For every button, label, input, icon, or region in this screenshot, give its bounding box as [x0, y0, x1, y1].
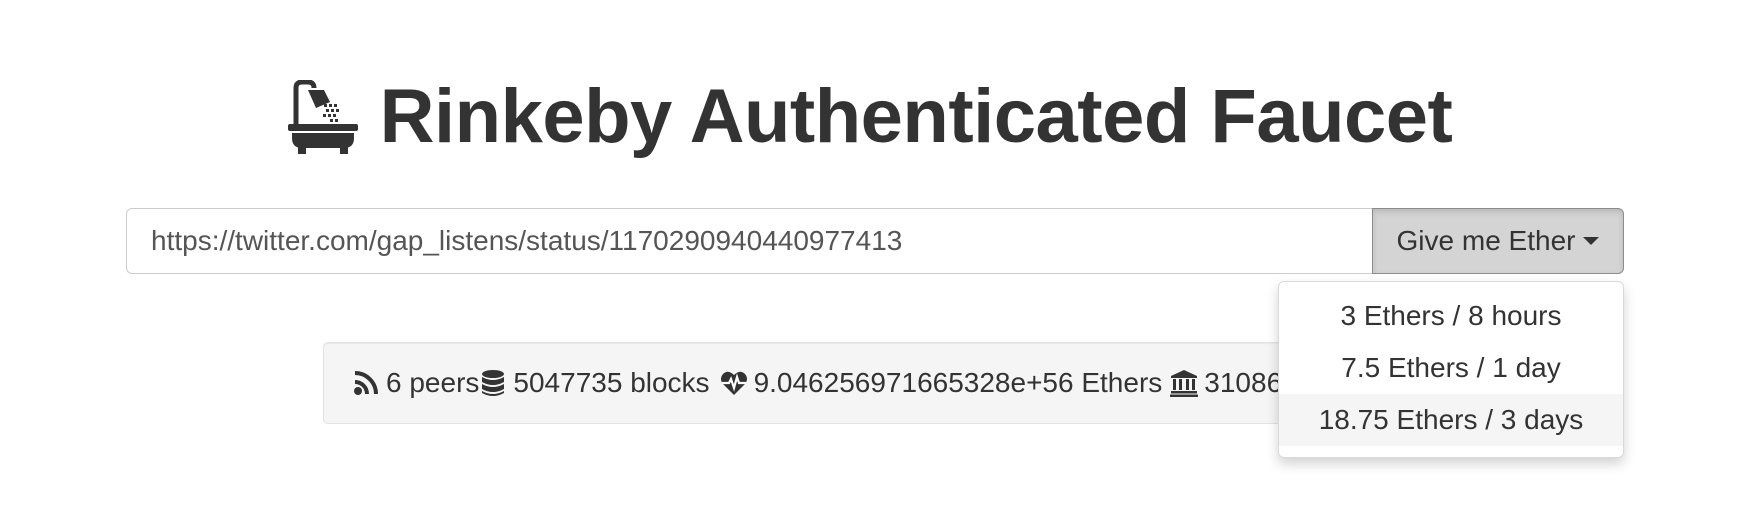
rss-icon — [352, 369, 380, 397]
funded-stat: 31086 — [1170, 367, 1282, 399]
bank-icon — [1170, 369, 1199, 397]
menu-item-18-75-ethers[interactable]: 18.75 Ethers / 3 days — [1279, 394, 1623, 446]
heartbeat-icon — [720, 369, 748, 397]
funded-count: 31086 — [1204, 367, 1283, 398]
funds-stat: 9.046256971665328e+56 Ethers — [720, 367, 1163, 399]
database-icon — [479, 369, 507, 397]
blocks-count: 5047735 blocks — [513, 367, 710, 398]
menu-item-7-5-ethers[interactable]: 7.5 Ethers / 1 day — [1279, 342, 1623, 394]
request-form: Give me Ether — [126, 208, 1624, 274]
blocks-stat: 5047735 blocks — [479, 367, 710, 399]
faucet-page: Rinkeby Authenticated Faucet Give me Eth… — [0, 0, 1738, 530]
menu-item-3-ethers[interactable]: 3 Ethers / 8 hours — [1279, 290, 1623, 342]
give-ether-button[interactable]: Give me Ether — [1372, 208, 1624, 274]
page-title: Rinkeby Authenticated Faucet — [379, 74, 1453, 159]
faucet-stats: 6 peers 5047735 blocks 9.046256971665328… — [323, 342, 1323, 424]
bath-icon — [286, 80, 360, 154]
social-url-input[interactable] — [126, 208, 1372, 274]
peers-stat: 6 peers — [352, 367, 479, 399]
funds-amount: 9.046256971665328e+56 Ethers — [753, 367, 1163, 398]
ether-amount-menu: 3 Ethers / 8 hours 7.5 Ethers / 1 day 18… — [1278, 281, 1624, 458]
page-header: Rinkeby Authenticated Faucet — [0, 72, 1738, 162]
caret-down-icon — [1583, 237, 1600, 245]
peers-count: 6 peers — [386, 367, 480, 398]
give-ether-label: Give me Ether — [1396, 225, 1576, 256]
